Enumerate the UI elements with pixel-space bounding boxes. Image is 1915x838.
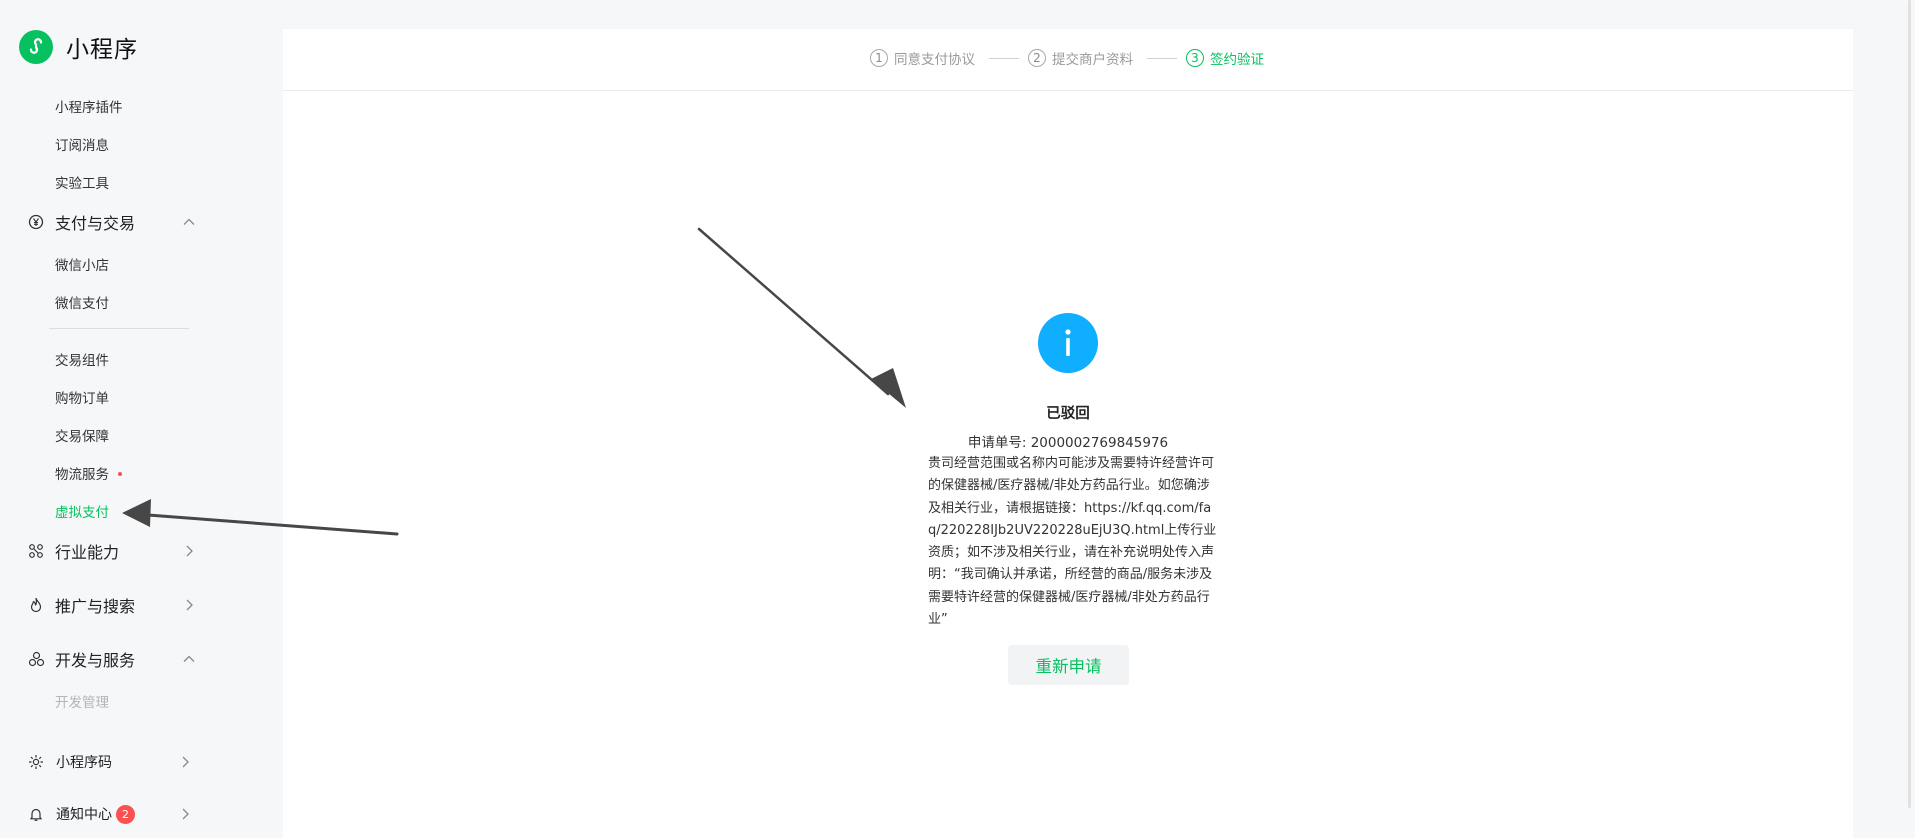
yen-icon <box>27 213 45 231</box>
nodes-icon <box>27 542 45 560</box>
chevron-up-icon[interactable] <box>181 651 197 667</box>
sidebar-group-notifications[interactable]: 通知中心 2 <box>27 802 193 826</box>
sidebar-group-label: 开发与服务 <box>55 651 136 670</box>
step-number: 2 <box>1028 49 1046 67</box>
sidebar-item-trade-guarantee[interactable]: 交易保障 <box>55 425 109 445</box>
step-connector <box>1147 58 1177 59</box>
sidebar-divider <box>49 328 189 329</box>
sidebar-group-label: 通知中心 <box>56 807 112 823</box>
cluster-icon <box>27 650 45 668</box>
sidebar-group-label: 行业能力 <box>55 543 120 562</box>
rejection-reason: 贵司经营范围或名称内可能涉及需要特许经营许可的保健器械/医疗器械/非处方药品行业… <box>928 456 1217 628</box>
notification-count-badge: 2 <box>116 804 135 824</box>
sidebar-item-subscribe-message[interactable]: 订阅消息 <box>55 134 109 154</box>
sidebar-group-label: 支付与交易 <box>55 214 136 233</box>
step-label: 提交商户资料 <box>1052 52 1133 68</box>
step-1: 1 同意支付协议 <box>870 47 975 69</box>
chevron-right-icon[interactable] <box>181 597 197 613</box>
sidebar-item-virtual-pay[interactable]: 虚拟支付 <box>55 501 109 521</box>
scrollbar[interactable] <box>1908 0 1911 808</box>
chevron-right-icon[interactable] <box>181 543 197 559</box>
sidebar-item-logistics[interactable]: 物流服务 <box>55 463 122 483</box>
step-number: 1 <box>870 49 888 67</box>
sun-icon <box>27 753 45 771</box>
chevron-right-icon[interactable] <box>177 754 193 770</box>
sidebar-item-wechat-shop[interactable]: 微信小店 <box>55 254 109 274</box>
sidebar-item-lab-tools[interactable]: 实验工具 <box>55 172 109 192</box>
step-number: 3 <box>1186 49 1204 67</box>
flame-icon <box>27 596 45 614</box>
sidebar-item-dev-management[interactable]: 开发管理 <box>55 691 109 711</box>
sidebar-item-wechat-pay[interactable]: 微信支付 <box>55 292 109 312</box>
step-label: 签约验证 <box>1210 52 1264 68</box>
sidebar-group-development[interactable]: 开发与服务 <box>27 647 197 671</box>
sidebar: 小程序 小程序插件 订阅消息 实验工具 支付与交易 微信小店 微信支付 交易组件… <box>0 0 282 838</box>
sidebar-item-shopping-orders[interactable]: 购物订单 <box>55 387 109 407</box>
info-icon <box>1038 313 1098 373</box>
brand[interactable]: 小程序 <box>19 30 138 64</box>
sidebar-group-industry[interactable]: 行业能力 <box>27 539 197 563</box>
chevron-up-icon[interactable] <box>181 214 197 230</box>
sidebar-group-label: 推广与搜索 <box>55 597 136 616</box>
sidebar-item-plugins[interactable]: 小程序插件 <box>55 96 123 116</box>
sidebar-group-payment[interactable]: 支付与交易 <box>27 210 197 234</box>
notification-dot <box>118 472 122 476</box>
mini-program-logo-icon <box>19 30 53 64</box>
sidebar-group-promotion[interactable]: 推广与搜索 <box>27 593 197 617</box>
step-indicator: 1 同意支付协议 2 提交商户资料 3 签约验证 <box>283 29 1853 91</box>
step-2: 2 提交商户资料 <box>1028 47 1133 69</box>
sidebar-group-label: 小程序码 <box>56 755 112 771</box>
chevron-right-icon[interactable] <box>177 806 193 822</box>
application-number: 申请单号: 2000002769845976 <box>967 435 1169 451</box>
sidebar-item-label: 物流服务 <box>55 467 109 483</box>
sidebar-item-trade-component[interactable]: 交易组件 <box>55 349 109 369</box>
sidebar-group-qrcode[interactable]: 小程序码 <box>27 750 193 774</box>
brand-name: 小程序 <box>66 37 138 63</box>
status-title: 已驳回 <box>1046 406 1090 422</box>
step-label: 同意支付协议 <box>894 52 975 68</box>
step-connector <box>989 58 1019 59</box>
step-3: 3 签约验证 <box>1186 47 1264 69</box>
reapply-button[interactable]: 重新申请 <box>1008 645 1129 685</box>
main-panel: 1 同意支付协议 2 提交商户资料 3 签约验证 已驳回 申请单号: 20000… <box>283 29 1853 838</box>
bell-icon <box>27 805 45 823</box>
